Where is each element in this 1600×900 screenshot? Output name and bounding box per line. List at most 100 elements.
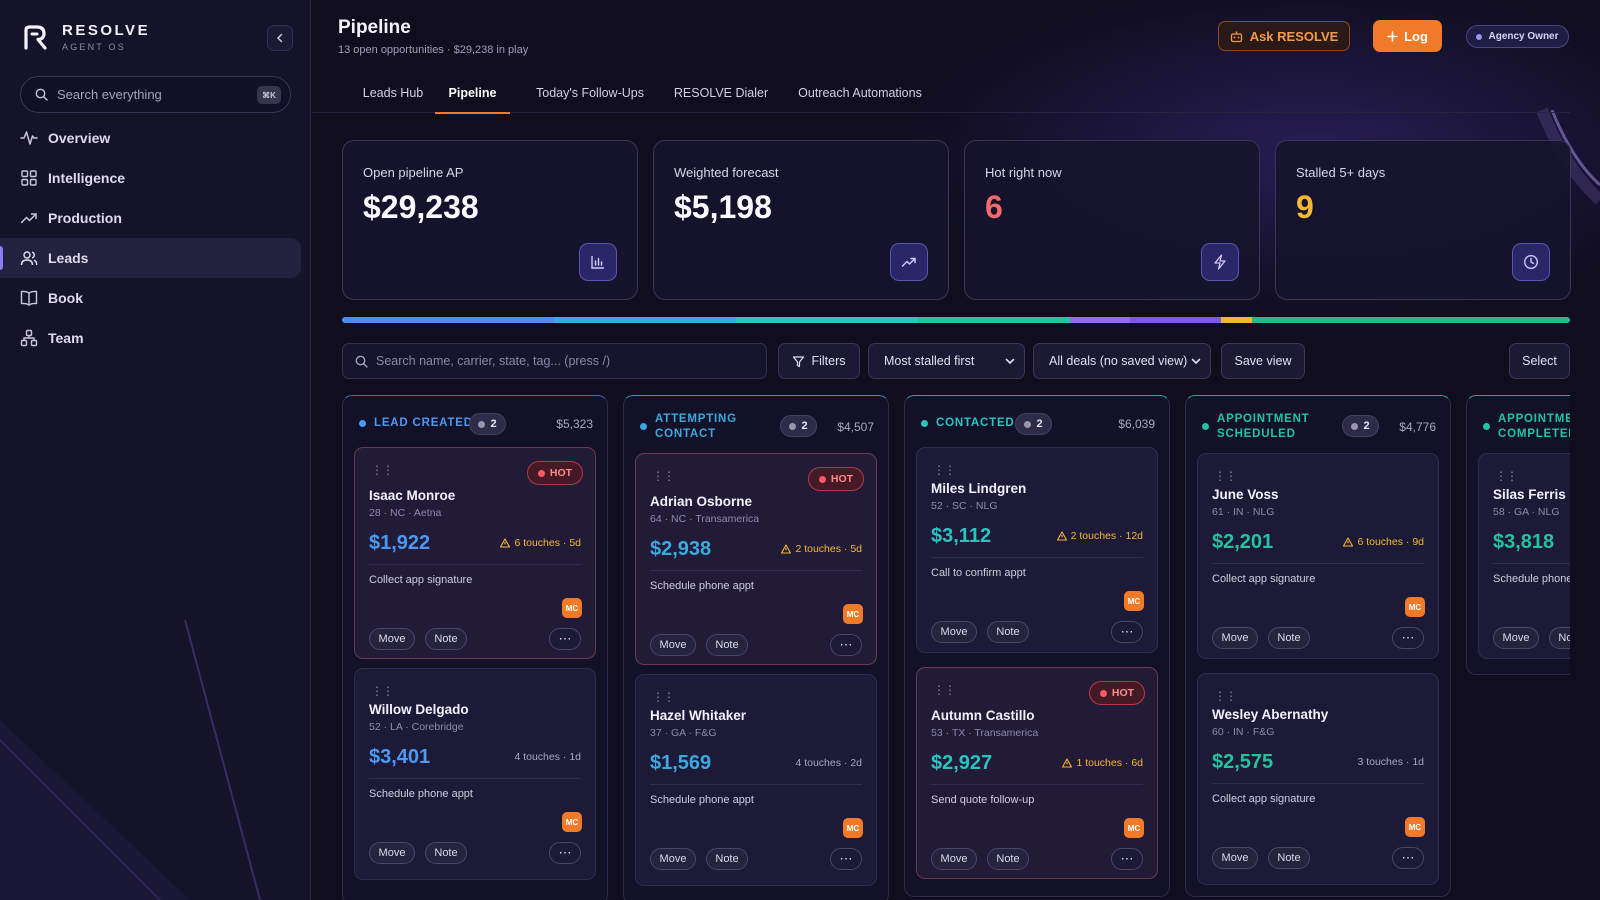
more-options-icon[interactable]: ⋯: [1392, 627, 1424, 649]
save-view-button[interactable]: Save view: [1221, 343, 1305, 379]
lead-card[interactable]: ⋮⋮ June Voss 61 · IN · NLG $2,201 6 touc…: [1197, 453, 1439, 659]
saved-view-select[interactable]: All deals (no saved view): [1033, 343, 1211, 379]
more-options-icon[interactable]: ⋯: [1111, 621, 1143, 643]
touches-text: 2 touches · 5d: [795, 543, 862, 555]
more-options-icon[interactable]: ⋯: [1111, 848, 1143, 870]
lead-card[interactable]: ⋮⋮ HOT Adrian Osborne 64 · NC · Transame…: [635, 453, 877, 665]
drag-handle-icon[interactable]: ⋮⋮: [371, 685, 394, 697]
carrier-badge: MC: [843, 604, 863, 624]
ask-resolve-button[interactable]: Ask RESOLVE: [1218, 21, 1350, 51]
card-divider: [1493, 563, 1570, 564]
column-sum: $4,507: [837, 420, 874, 434]
move-button[interactable]: Move: [1212, 847, 1258, 869]
more-options-icon[interactable]: ⋯: [830, 848, 862, 870]
filters-button[interactable]: Filters: [778, 343, 860, 379]
sidebar-item-team[interactable]: Team: [0, 318, 301, 358]
tab-resolve-dialer[interactable]: RESOLVE Dialer: [667, 72, 775, 113]
more-options-icon[interactable]: ⋯: [1392, 847, 1424, 869]
sidebar-item-intelligence[interactable]: Intelligence: [0, 158, 301, 198]
sidebar-item-overview[interactable]: Overview: [0, 118, 301, 158]
stat-label: Stalled 5+ days: [1296, 165, 1386, 180]
pipeline-search-input[interactable]: Search name, carrier, state, tag... (pre…: [342, 343, 767, 379]
tab-pipeline[interactable]: Pipeline: [435, 72, 510, 114]
global-search-input[interactable]: Search everything ⌘K: [20, 76, 291, 113]
move-button[interactable]: Move: [369, 628, 415, 650]
column-sum: $5,323: [556, 417, 593, 431]
select-button[interactable]: Select: [1509, 343, 1570, 379]
card-divider: [650, 784, 862, 785]
sidebar-item-label: Team: [48, 330, 84, 346]
lead-card[interactable]: ⋮⋮ HOT Autumn Castillo 53 · TX · Transam…: [916, 667, 1158, 879]
move-button[interactable]: Move: [1212, 627, 1258, 649]
stat-value: 6: [985, 189, 1003, 225]
more-options-icon[interactable]: ⋯: [830, 634, 862, 656]
column-sum: $4,776: [1399, 420, 1436, 434]
sidebar-item-production[interactable]: Production: [0, 198, 301, 238]
next-task: Call to confirm appt: [931, 567, 1026, 579]
note-button[interactable]: Note: [1549, 627, 1570, 649]
filter-icon: [793, 355, 805, 367]
move-button[interactable]: Move: [1493, 627, 1539, 649]
main-content: Pipeline 13 open opportunities · $29,238…: [312, 0, 1600, 900]
drag-handle-icon[interactable]: ⋮⋮: [1495, 470, 1518, 482]
more-options-icon[interactable]: ⋯: [549, 842, 581, 864]
search-icon: [355, 355, 368, 368]
note-button[interactable]: Note: [706, 848, 748, 870]
move-button[interactable]: Move: [931, 621, 977, 643]
warning-icon: [1056, 531, 1067, 541]
lead-card[interactable]: ⋮⋮ Hazel Whitaker 37 · GA · F&G $1,569 4…: [635, 674, 877, 886]
lead-meta: 53 · TX · Transamerica: [931, 727, 1039, 739]
robot-icon: [1230, 31, 1242, 42]
sidebar-item-book[interactable]: Book: [0, 278, 301, 318]
pipeline-stage-bar: [342, 317, 1570, 323]
tab-outreach-automations[interactable]: Outreach Automations: [790, 72, 930, 113]
lead-card[interactable]: ⋮⋮ Silas Ferris 58 · GA · NLG $3,818 Sch…: [1478, 453, 1570, 659]
log-button[interactable]: Log: [1373, 20, 1442, 52]
drag-handle-icon[interactable]: ⋮⋮: [1214, 690, 1237, 702]
tab-todays-follow-ups[interactable]: Today's Follow-Ups: [520, 72, 660, 113]
lead-card[interactable]: ⋮⋮ Wesley Abernathy 60 · IN · F&G $2,575…: [1197, 673, 1439, 885]
lead-card[interactable]: ⋮⋮ HOT Isaac Monroe 28 · NC · Aetna $1,9…: [354, 447, 596, 659]
stat-card-weighted-forecast: Weighted forecast $5,198: [653, 140, 949, 300]
ask-resolve-label: Ask RESOLVE: [1249, 28, 1339, 44]
note-button[interactable]: Note: [987, 848, 1029, 870]
note-button[interactable]: Note: [706, 634, 748, 656]
move-button[interactable]: Move: [650, 848, 696, 870]
move-button[interactable]: Move: [931, 848, 977, 870]
note-button[interactable]: Note: [987, 621, 1029, 643]
lead-card[interactable]: ⋮⋮ Willow Delgado 52 · LA · Corebridge $…: [354, 668, 596, 880]
column-count: 2: [801, 420, 808, 432]
collapse-sidebar-button[interactable]: [267, 25, 293, 51]
more-options-icon[interactable]: ⋯: [549, 628, 581, 650]
lead-card[interactable]: ⋮⋮ Miles Lindgren 52 · SC · NLG $3,112 2…: [916, 447, 1158, 653]
sort-value: Most stalled first: [884, 354, 975, 368]
search-shortcut-badge: ⌘K: [257, 86, 281, 104]
hot-label: HOT: [1111, 687, 1135, 699]
drag-handle-icon[interactable]: ⋮⋮: [371, 464, 394, 476]
sidebar-item-leads[interactable]: Leads: [0, 238, 301, 278]
lead-meta: 52 · LA · Corebridge: [369, 721, 464, 733]
sidebar-item-label: Intelligence: [48, 170, 126, 186]
tab-leads-hub[interactable]: Leads Hub: [338, 72, 448, 113]
carrier-badge: MC: [1405, 597, 1425, 617]
drag-handle-icon[interactable]: ⋮⋮: [652, 691, 675, 703]
note-button[interactable]: Note: [425, 628, 467, 650]
note-button[interactable]: Note: [1268, 847, 1310, 869]
move-button[interactable]: Move: [650, 634, 696, 656]
note-button[interactable]: Note: [1268, 627, 1310, 649]
hot-dot: [1099, 689, 1107, 697]
sidebar: RESOLVE AGENT OS Search everything ⌘K Ov…: [0, 0, 311, 900]
role-badge[interactable]: Agency Owner: [1466, 25, 1569, 48]
move-button[interactable]: Move: [369, 842, 415, 864]
drag-handle-icon[interactable]: ⋮⋮: [652, 470, 675, 482]
stat-value: $29,238: [363, 189, 479, 225]
carrier-badge: MC: [1124, 818, 1144, 838]
note-button[interactable]: Note: [425, 842, 467, 864]
touches-text: 6 touches · 5d: [514, 537, 581, 549]
drag-handle-icon[interactable]: ⋮⋮: [933, 464, 956, 476]
lead-amount: $3,401: [369, 746, 431, 768]
sort-select[interactable]: Most stalled first: [868, 343, 1025, 379]
drag-handle-icon[interactable]: ⋮⋮: [1214, 470, 1237, 482]
drag-handle-icon[interactable]: ⋮⋮: [933, 684, 956, 696]
warning-icon: [1062, 758, 1073, 768]
